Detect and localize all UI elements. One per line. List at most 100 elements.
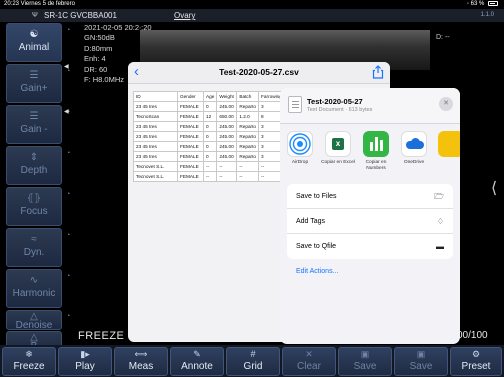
csv-preview-header: ‹ Test-2020-05-27.csv [128,62,390,84]
add-tags-label: Add Tags [296,218,326,225]
table-header: Age [202,91,218,102]
save-image-button-label: Save [353,361,377,372]
save-to-qfile-action[interactable]: Save to Qfile ▬ [287,234,453,259]
table-header: Weight [216,91,238,102]
app-airdrop-label: AirDrop [291,160,309,165]
app-numbers[interactable]: Copiar en Numbers [358,131,394,171]
share-icon[interactable] [372,65,384,79]
table-cell: Reparto [236,121,260,132]
grid-button[interactable]: # Grid [226,347,280,376]
animal-icon: ☯ [29,29,39,40]
table-cell: FEMALE [177,161,204,172]
preset-name[interactable]: Ovary [174,9,195,22]
app-more[interactable] [438,131,460,157]
harmonic-label: Harmonic [12,288,56,299]
folder-filled-icon: ▬ [436,242,444,251]
airdrop-icon [287,131,313,157]
app-onedrive[interactable]: OneDrive [396,131,432,166]
focus-button[interactable]: ⦃⦄ Focus [6,187,62,226]
share-app-row: AirDrop x Copiar en Excel Copiar en Numb… [280,128,460,178]
measure-icon: ⟺ [134,349,148,359]
gain-value: GN:50dB [84,33,115,43]
depth-scale: • • • • • • • • [68,23,76,343]
table-cell: -- [202,161,218,172]
table-cell: FEMALE [177,101,204,112]
table-cell: Reparto [236,101,260,112]
table-cell: 245.00 [216,131,238,142]
gain-minus-button[interactable]: ☰ Gain - [6,105,62,144]
freeze-status: FREEZE [78,330,125,342]
focus-marker-icon: ◀ [64,109,69,115]
version-label: 1.1.0 [480,12,494,18]
clear-button[interactable]: ✕ Clear [282,347,336,376]
table-row: 23 45 tres FEMALE 0 245.00 Reparto 3 [133,121,286,132]
table-cell: FEMALE [177,151,204,162]
freeze-button[interactable]: ❄ Freeze [2,347,56,376]
save-video-button-label: Save [409,361,433,372]
table-cell: -- [202,171,218,182]
table-cell: 0 [202,151,218,162]
denoise-button[interactable]: △ Denoise [6,310,62,331]
status-datetime: 20:23 Viernes 5 de febrero [4,1,75,7]
battery-percent: 63 % [470,1,485,7]
table-cell: 23 45 tres [133,131,178,142]
annote-button[interactable]: ✎ Annote [170,347,224,376]
table-row: 23 45 tres FEMALE 0 245.00 Reparto 3 [133,101,286,112]
depth-button[interactable]: ⇕ Depth [6,146,62,185]
collapse-right-panel-icon[interactable]: ⟨ [491,178,497,198]
table-cell: 23 45 tres [133,101,178,112]
add-tags-action[interactable]: Add Tags ♢ [287,209,453,234]
depth-tick: • [68,27,70,33]
share-sheet-header: Test-2020-05-27 Text Document · 613 byte… [280,88,460,124]
table-cell: FEMALE [177,111,204,122]
harmonic-button[interactable]: ∿ Harmonic [6,269,62,308]
app-excel[interactable]: x Copiar en Excel [320,131,356,166]
snowflake-icon: ❄ [25,349,33,359]
close-icon[interactable]: ✕ [439,97,453,111]
table-cell: 245.00 [216,141,238,152]
gain-plus-button[interactable]: ☰ Gain+ [6,64,62,103]
table-cell: -- [216,171,238,182]
title-bar: Ψ SR-1C GVCBBA001 Ovary 1.1.0 [0,9,504,22]
edit-actions-link[interactable]: Edit Actions... [296,268,338,275]
numbers-icon [363,131,389,157]
table-cell: 0 [202,131,218,142]
meas-button[interactable]: ⟺ Meas [114,347,168,376]
shared-file-name: Test-2020-05-27 [307,97,363,106]
save-image-button[interactable]: ▣ Save [338,347,392,376]
depth-tick: • [68,273,70,279]
table-cell: 245.00 [216,101,238,112]
app-onedrive-label: OneDrive [403,160,425,165]
play-icon: ▮▸ [80,349,90,359]
annote-button-label: Annote [181,361,213,372]
app-airdrop[interactable]: AirDrop [282,131,318,166]
table-cell: FEMALE [177,141,204,152]
table-cell: FEMALE [177,121,204,132]
play-button[interactable]: ▮▸ Play [58,347,112,376]
table-cell: -- [236,171,260,182]
status-right: ◦ 63 % [467,0,498,9]
clear-icon: ✕ [305,349,313,359]
dyn-button[interactable]: ≈ Dyn. [6,228,62,267]
table-cell: -- [236,161,260,172]
dyn-label: Dyn. [23,247,45,258]
preset-button[interactable]: ⚙ Preset [450,347,502,376]
freeze-button-label: Freeze [13,361,45,372]
share-sheet: Test-2020-05-27 Text Document · 613 byte… [280,88,460,344]
animal-button[interactable]: ☯ Animal [6,23,62,62]
frame-counter: 00/100 [457,330,488,341]
save-video-button[interactable]: ▣ Save [394,347,448,376]
table-cell: 23 45 tres [133,141,178,152]
gain-minus-label: Gain - [20,124,48,135]
play-button-label: Play [75,361,95,372]
depth-icon: ⇕ [29,152,39,163]
table-header: Gender [177,91,204,102]
annotate-icon: ✎ [193,349,201,359]
animal-label: Animal [18,42,50,53]
app-excel-label: Copiar en Excel [321,160,355,165]
save-to-files-action[interactable]: Save to Files 🗁 [287,184,453,209]
table-cell: FEMALE [177,171,204,182]
depth-tick: • [68,191,70,197]
probe-name: SR-1C GVCBBA001 [44,11,117,20]
depth-readout: D: -- [436,34,450,41]
